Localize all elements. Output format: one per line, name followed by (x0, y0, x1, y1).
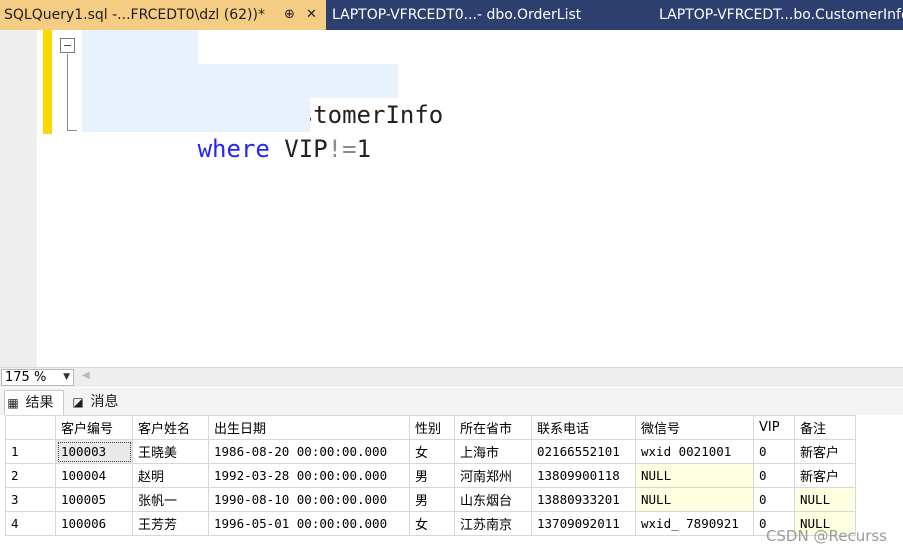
chevron-down-icon: ▼ (63, 372, 70, 382)
zoom-dropdown[interactable]: 175 % ▼ (1, 369, 74, 386)
cell-birthdate[interactable]: 1986-08-20 00:00:00.000 (208, 439, 410, 464)
scroll-left-icon[interactable]: ◀ (82, 370, 90, 381)
column-header[interactable]: 出生日期 (208, 415, 410, 440)
tab-results-label: 结果 (25, 395, 54, 411)
editor-zoom-bar: 175 % ▼ ◀ (0, 367, 903, 387)
cell-name[interactable]: 王芳芳 (132, 511, 209, 536)
table-row[interactable]: 1 100003 王晓美 1986-08-20 00:00:00.000 女 上… (5, 439, 856, 464)
cell-name[interactable]: 王晓美 (132, 439, 209, 464)
cell-sex[interactable]: 女 (409, 511, 455, 536)
table-row[interactable]: 2 100004 赵明 1992-03-28 00:00:00.000 男 河南… (5, 463, 856, 488)
row-number[interactable]: 4 (5, 511, 56, 536)
tab-sqlquery1-label: SQLQuery1.sql -...FRCEDT0\dzl (62))* (4, 7, 265, 23)
results-table: 客户编号 客户姓名 出生日期 性别 所在省市 联系电话 微信号 VIP 备注 1… (5, 415, 856, 536)
column-header-rownum[interactable] (5, 415, 56, 440)
column-header[interactable]: 性别 (409, 415, 455, 440)
keyword-where: where (197, 135, 270, 163)
tab-results[interactable]: ▦ 结果 (4, 390, 64, 415)
tab-messages-label: 消息 (90, 394, 119, 410)
cell-wechat[interactable]: wxid_ 7890921 (635, 511, 754, 536)
close-icon[interactable]: ✕ (306, 0, 317, 30)
editor-gutter (0, 30, 37, 367)
cell-customer-id[interactable]: 100005 (55, 487, 133, 512)
literal-one: 1 (356, 135, 372, 163)
cell-note[interactable]: 新客户 (794, 439, 856, 464)
cell-wechat[interactable]: NULL (635, 463, 754, 488)
cell-name[interactable]: 赵明 (132, 463, 209, 488)
column-header[interactable]: 所在省市 (454, 415, 532, 440)
tab-customerinfo[interactable]: LAPTOP-VFRCEDT...bo.CustomerInfo (654, 0, 903, 30)
cell-wechat[interactable]: NULL (635, 487, 754, 512)
column-header[interactable]: 客户编号 (55, 415, 133, 440)
cell-phone[interactable]: 13709092011 (531, 511, 636, 536)
column-vip: VIP (284, 135, 328, 163)
cell-birthdate[interactable]: 1990-08-10 00:00:00.000 (208, 487, 410, 512)
cell-vip[interactable]: 0 (753, 439, 795, 464)
cell-sex[interactable]: 女 (409, 439, 455, 464)
grid-icon: ▦ (7, 396, 19, 410)
cell-customer-id[interactable]: 100006 (55, 511, 133, 536)
column-header[interactable]: 联系电话 (531, 415, 636, 440)
tab-sqlquery1[interactable]: SQLQuery1.sql -...FRCEDT0\dzl (62))* ⊕ ✕ (0, 0, 326, 30)
query-editor[interactable]: select* from CustomerInfo where VIP!=1 (0, 30, 903, 367)
table-row[interactable]: 4 100006 王芳芳 1996-05-01 00:00:00.000 女 江… (5, 511, 856, 536)
watermark: CSDN @Recurss (765, 527, 887, 545)
collapse-icon[interactable] (60, 38, 75, 53)
cell-city[interactable]: 江苏南京 (454, 511, 532, 536)
cell-city[interactable]: 上海市 (454, 439, 532, 464)
column-header[interactable]: 微信号 (635, 415, 754, 440)
row-number[interactable]: 2 (5, 463, 56, 488)
table-row[interactable]: 3 100005 张帆一 1990-08-10 00:00:00.000 男 山… (5, 487, 856, 512)
pin-icon[interactable]: ⊕ (284, 0, 295, 30)
cell-birthdate[interactable]: 1996-05-01 00:00:00.000 (208, 511, 410, 536)
tab-orderlist-label: LAPTOP-VFRCEDT0...- dbo.OrderList (332, 7, 582, 23)
cell-customer-id[interactable]: 100004 (55, 463, 133, 488)
row-number[interactable]: 3 (5, 487, 56, 512)
cell-note[interactable]: 新客户 (794, 463, 856, 488)
tab-customerinfo-label: LAPTOP-VFRCEDT...bo.CustomerInfo (659, 7, 903, 23)
cell-customer-id[interactable]: 100003 (55, 439, 133, 464)
cell-phone[interactable]: 13809900118 (531, 463, 636, 488)
results-grid[interactable]: 客户编号 客户姓名 出生日期 性别 所在省市 联系电话 微信号 VIP 备注 1… (0, 415, 903, 553)
column-header[interactable]: VIP (753, 415, 795, 440)
cell-sex[interactable]: 男 (409, 487, 455, 512)
fold-guide-end (67, 130, 77, 131)
tab-messages[interactable]: ◪ 消息 (70, 390, 130, 414)
code-line-3[interactable]: where VIP!=1 (82, 98, 371, 163)
cell-birthdate[interactable]: 1992-03-28 00:00:00.000 (208, 463, 410, 488)
cell-vip[interactable]: 0 (753, 463, 795, 488)
cell-vip[interactable]: 0 (753, 487, 795, 512)
header-row: 客户编号 客户姓名 出生日期 性别 所在省市 联系电话 微信号 VIP 备注 (5, 415, 856, 440)
cell-note[interactable]: NULL (794, 487, 856, 512)
cell-name[interactable]: 张帆一 (132, 487, 209, 512)
code-line-2[interactable]: from CustomerInfo (82, 64, 443, 129)
operator-not-equal: != (327, 135, 357, 163)
message-icon: ◪ (72, 395, 84, 409)
tab-orderlist[interactable]: LAPTOP-VFRCEDT0...- dbo.OrderList (326, 0, 646, 30)
document-tab-bar: SQLQuery1.sql -...FRCEDT0\dzl (62))* ⊕ ✕… (0, 0, 903, 30)
change-tracking-bar (43, 30, 52, 134)
cell-city[interactable]: 河南郑州 (454, 463, 532, 488)
cell-city[interactable]: 山东烟台 (454, 487, 532, 512)
cell-phone[interactable]: 02166552101 (531, 439, 636, 464)
zoom-value: 175 % (5, 370, 47, 385)
cell-sex[interactable]: 男 (409, 463, 455, 488)
cell-phone[interactable]: 13880933201 (531, 487, 636, 512)
cell-wechat[interactable]: wxid 0021001 (635, 439, 754, 464)
column-header[interactable]: 备注 (794, 415, 856, 440)
code-line-1[interactable]: select* (82, 30, 241, 95)
result-tab-strip: ▦ 结果 ◪ 消息 (0, 388, 903, 415)
column-header[interactable]: 客户姓名 (132, 415, 209, 440)
row-number[interactable]: 1 (5, 439, 56, 464)
fold-guide (67, 54, 68, 131)
